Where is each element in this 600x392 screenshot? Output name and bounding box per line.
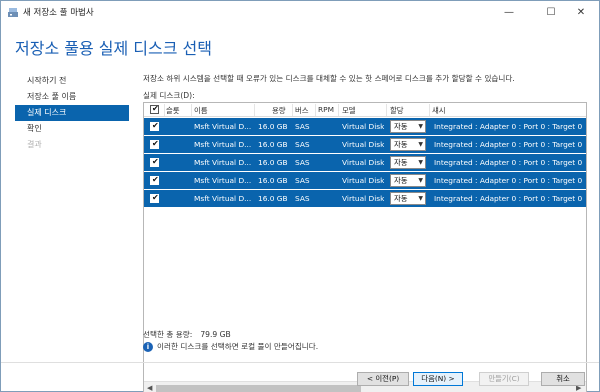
maximize-icon: ☐ (546, 6, 556, 18)
close-button[interactable]: ✕ (563, 1, 599, 23)
nav-item-pool-name[interactable]: 저장소 풀 이름 (15, 89, 129, 105)
allocation-value: 자동 (394, 140, 408, 149)
row-checkbox[interactable]: ✔ (150, 193, 159, 203)
column-header-chassis[interactable]: 섀시 (432, 105, 446, 116)
total-capacity-label: 선택한 총 용량: (143, 330, 193, 339)
column-header-capacity[interactable]: 용량 (272, 105, 286, 116)
disk-bus: SAS (295, 194, 310, 203)
disk-capacity: 16.0 GB (258, 176, 288, 185)
column-header-rpm[interactable]: RPM (318, 105, 334, 114)
nav-item-confirmation[interactable]: 확인 (15, 121, 129, 137)
column-header-name[interactable]: 이름 (194, 105, 208, 116)
table-row[interactable]: ✔ Msft Virtual D... 16.0 GB SAS Virtual … (144, 136, 586, 153)
description-text: 저장소 하위 시스템을 선택할 때 오류가 있는 디스크를 대체할 수 있는 핫… (143, 74, 515, 83)
allocation-value: 자동 (394, 176, 408, 185)
table-row[interactable]: ✔ Msft Virtual D... 16.0 GB SAS Virtual … (144, 118, 586, 135)
disk-capacity: 16.0 GB (258, 194, 288, 203)
disk-bus: SAS (295, 176, 310, 185)
chevron-down-icon: ▼ (418, 195, 423, 202)
chevron-down-icon: ▼ (418, 177, 423, 184)
check-icon: ✔ (152, 104, 159, 113)
wizard-window: 새 저장소 풀 마법사 — ☐ ✕ 저장소 풀용 실제 디스크 선택 시작하기 … (0, 0, 600, 392)
allocation-select[interactable]: 자동 ▼ (390, 174, 426, 187)
allocation-select[interactable]: 자동 ▼ (390, 192, 426, 205)
disk-chassis: Integrated : Adapter 0 : Port 0 : Target… (434, 176, 583, 185)
disk-name: Msft Virtual D... (194, 140, 252, 149)
next-button[interactable]: 다음(N) > (413, 372, 463, 386)
disk-name: Msft Virtual D... (194, 158, 252, 167)
nav-item-results: 결과 (27, 140, 42, 149)
check-icon: ✔ (152, 121, 159, 130)
disk-name: Msft Virtual D... (194, 176, 252, 185)
cancel-button[interactable]: 취소 (541, 372, 585, 386)
column-header-slot[interactable]: 슬롯 (166, 105, 180, 116)
wizard-header: 저장소 풀용 실제 디스크 선택 (1, 23, 599, 65)
wizard-nav: 시작하기 전 저장소 풀 이름 실제 디스크 확인 결과 (15, 73, 129, 153)
disk-name: Msft Virtual D... (194, 194, 252, 203)
disk-chassis: Integrated : Adapter 0 : Port 0 : Target… (434, 158, 583, 167)
footer-divider (1, 362, 599, 363)
disk-model: Virtual Disk (342, 122, 385, 131)
page-title: 저장소 풀용 실제 디스크 선택 (15, 39, 212, 58)
row-checkbox[interactable]: ✔ (150, 175, 159, 185)
table-row[interactable]: ✔ Msft Virtual D... 16.0 GB SAS Virtual … (144, 190, 586, 207)
nav-item-before-you-begin[interactable]: 시작하기 전 (15, 73, 129, 89)
check-icon: ✔ (152, 193, 159, 202)
table-row[interactable]: ✔ Msft Virtual D... 16.0 GB SAS Virtual … (144, 154, 586, 171)
check-icon: ✔ (152, 139, 159, 148)
allocation-value: 자동 (394, 122, 408, 131)
disk-chassis: Integrated : Adapter 0 : Port 0 : Target… (434, 194, 583, 203)
check-icon: ✔ (152, 175, 159, 184)
chevron-down-icon: ▼ (418, 159, 423, 166)
allocation-select[interactable]: 자동 ▼ (390, 138, 426, 151)
column-header-model[interactable]: 모델 (342, 105, 356, 116)
disk-model: Virtual Disk (342, 158, 385, 167)
disk-capacity: 16.0 GB (258, 122, 288, 131)
grid-label: 실제 디스크(D): (143, 91, 195, 100)
info-text: 이러한 디스크를 선택하면 로컬 풀이 만들어집니다. (157, 342, 319, 351)
disk-bus: SAS (295, 140, 310, 149)
disk-bus: SAS (295, 122, 310, 131)
total-capacity: 선택한 총 용량: 79.9 GB (143, 329, 231, 340)
storage-pool-icon (8, 8, 18, 17)
minimize-icon: — (504, 6, 514, 18)
nav-item-physical-disks[interactable]: 실제 디스크 (15, 105, 129, 121)
disk-chassis: Integrated : Adapter 0 : Port 0 : Target… (434, 122, 583, 131)
close-icon: ✕ (576, 6, 586, 18)
allocation-select[interactable]: 자동 ▼ (390, 120, 426, 133)
previous-button[interactable]: < 이전(P) (357, 372, 409, 386)
info-message: i 이러한 디스크를 선택하면 로컬 풀이 만들어집니다. (143, 341, 318, 352)
row-checkbox[interactable]: ✔ (150, 139, 159, 149)
disk-name: Msft Virtual D... (194, 122, 252, 131)
disk-model: Virtual Disk (342, 176, 385, 185)
column-header-bus[interactable]: 버스 (295, 105, 309, 116)
grid-header: ✔ 슬롯 이름 용량 버스 RPM 모델 할당 섀시 (144, 103, 586, 117)
chevron-down-icon: ▼ (418, 141, 423, 148)
chevron-down-icon: ▼ (418, 123, 423, 130)
total-capacity-value: 79.9 GB (200, 330, 231, 339)
disk-bus: SAS (295, 158, 310, 167)
allocation-value: 자동 (394, 158, 408, 167)
select-all-checkbox[interactable]: ✔ (150, 104, 159, 114)
scroll-left-icon[interactable]: ◀ (147, 384, 152, 392)
check-icon: ✔ (152, 157, 159, 166)
info-icon: i (143, 341, 153, 352)
title-bar: 새 저장소 풀 마법사 — ☐ ✕ (1, 1, 599, 23)
disk-capacity: 16.0 GB (258, 140, 288, 149)
table-row[interactable]: ✔ Msft Virtual D... 16.0 GB SAS Virtual … (144, 172, 586, 189)
allocation-value: 자동 (394, 194, 408, 203)
disk-model: Virtual Disk (342, 194, 385, 203)
disk-chassis: Integrated : Adapter 0 : Port 0 : Target… (434, 140, 583, 149)
row-checkbox[interactable]: ✔ (150, 121, 159, 131)
column-header-allocation[interactable]: 할당 (390, 105, 404, 116)
scrollbar-thumb[interactable] (156, 385, 361, 392)
disk-capacity: 16.0 GB (258, 158, 288, 167)
window-title: 새 저장소 풀 마법사 (23, 8, 94, 18)
create-button: 만들기(C) (479, 372, 529, 386)
allocation-select[interactable]: 자동 ▼ (390, 156, 426, 169)
row-checkbox[interactable]: ✔ (150, 157, 159, 167)
minimize-button[interactable]: — (491, 1, 527, 23)
disk-model: Virtual Disk (342, 140, 385, 149)
main-content: 저장소 하위 시스템을 선택할 때 오류가 있는 디스크를 대체할 수 있는 핫… (143, 73, 589, 392)
